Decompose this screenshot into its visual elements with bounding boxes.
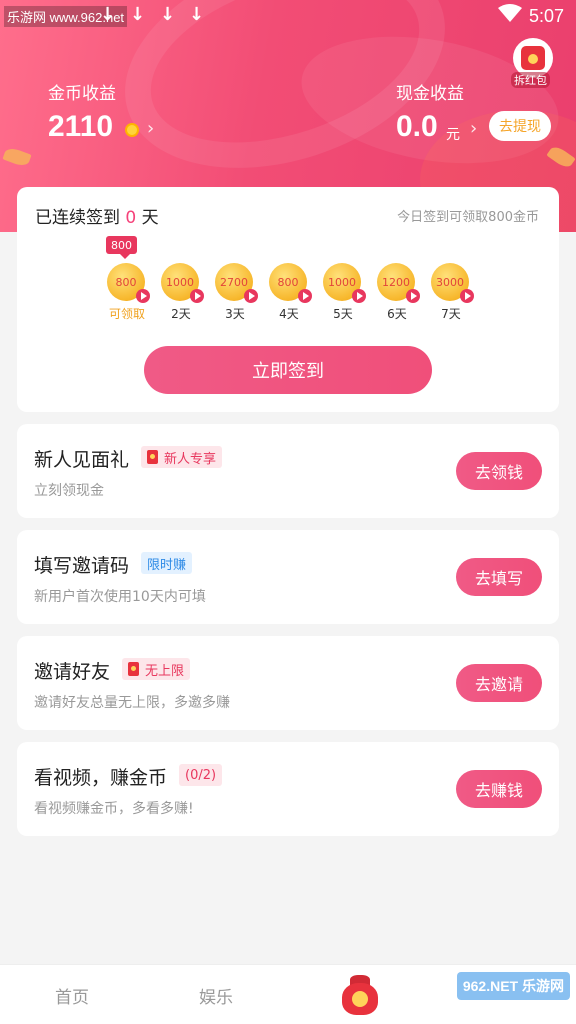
checkin-button[interactable]: 立即签到 (144, 346, 432, 394)
task-tag-text: 限时赚 (147, 557, 187, 573)
download-icon: ↓ (100, 4, 116, 25)
task-title: 邀请好友 (34, 661, 111, 683)
chevron-right-icon[interactable]: › (147, 118, 154, 139)
day-amount: 1000 (328, 275, 356, 289)
coin-icon: 800 (269, 263, 312, 303)
decor-leaf (2, 145, 32, 169)
download-icon: ↓ (130, 4, 146, 25)
play-icon (136, 289, 150, 303)
day-label: 5天 (333, 307, 353, 321)
money-bag-mark (352, 991, 368, 1007)
withdraw-button[interactable]: 去提现 (489, 111, 551, 141)
invite-friends-button[interactable]: 去邀请 (456, 664, 542, 702)
cash-unit: 元 (446, 127, 460, 143)
play-icon (298, 289, 312, 303)
task-tag: 无上限 (122, 658, 191, 680)
coin-icon: 1000 (161, 263, 204, 303)
task-tag-text: 无上限 (145, 663, 185, 679)
day-amount: 1200 (382, 275, 410, 289)
nav-entertainment[interactable]: 娱乐 (199, 983, 233, 1008)
nav-home[interactable]: 首页 (55, 983, 89, 1008)
red-envelope-icon (147, 450, 158, 464)
task-card: 填写邀请码 限时赚 新用户首次使用10天内可填 去填写 (17, 530, 559, 624)
task-card: 看视频，赚金币 (0/2) 看视频赚金币，多看多赚! 去赚钱 (17, 742, 559, 836)
checkin-title-suffix: 天 (141, 208, 159, 228)
task-title: 填写邀请码 (34, 555, 130, 577)
coin-icon: 3000 (431, 263, 474, 303)
watch-video-button[interactable]: 去赚钱 (456, 770, 542, 808)
cash-earnings-value[interactable]: 0.0 (396, 110, 438, 144)
task-title: 新人见面礼 (34, 449, 130, 471)
cash-earnings-label: 现金收益 (396, 84, 464, 104)
day-label: 2天 (171, 307, 191, 321)
footer-watermark: 962.NET 乐游网 (456, 972, 570, 1000)
play-icon (352, 289, 366, 303)
task-desc: 新用户首次使用10天内可填 (34, 589, 206, 605)
task-tag: (0/2) (179, 764, 223, 786)
coin-icon (125, 123, 139, 137)
checkin-title: 已连续签到 0 天 (35, 203, 159, 228)
day-amount: 1000 (166, 275, 194, 289)
checkin-title-prefix: 已连续签到 (35, 208, 120, 228)
play-icon (244, 289, 258, 303)
coin-icon: 1200 (377, 263, 420, 303)
coin-icon: 800 (107, 263, 150, 303)
download-icon: ↓ (160, 4, 176, 25)
checkin-day[interactable]: 2700 3天 (215, 263, 258, 323)
day-amount: 800 (277, 275, 299, 289)
task-title: 看视频，赚金币 (34, 767, 168, 789)
play-icon (190, 289, 204, 303)
day-label: 6天 (387, 307, 407, 321)
checkin-hint: 今日签到可领取800金币 (397, 210, 539, 225)
checkin-days-count: 0 (125, 208, 137, 228)
wifi-icon (498, 4, 522, 22)
red-envelope-icon (521, 46, 545, 70)
checkin-day[interactable]: 800 4天 (269, 263, 312, 323)
task-desc: 看视频赚金币，多看多赚! (34, 801, 194, 817)
play-icon (406, 289, 420, 303)
day-label: 3天 (225, 307, 245, 321)
coin-earnings-label: 金币收益 (48, 84, 116, 104)
checkin-day[interactable]: 3000 7天 (431, 263, 474, 323)
task-desc: 邀请好友总量无上限，多邀多赚 (34, 695, 230, 711)
coin-icon: 2700 (215, 263, 258, 303)
checkin-day[interactable]: 1000 2天 (161, 263, 204, 323)
reward-badge-value: 800 (111, 238, 132, 252)
claim-cash-button[interactable]: 去领钱 (456, 452, 542, 490)
day-label: 7天 (441, 307, 461, 321)
download-icon: ↓ (189, 4, 205, 25)
day-amount: 3000 (436, 275, 464, 289)
chevron-right-icon[interactable]: › (470, 118, 477, 139)
checkin-day[interactable]: 1000 5天 (323, 263, 366, 323)
redpack-label: 拆红包 (511, 72, 550, 88)
coin-icon: 1000 (323, 263, 366, 303)
status-time: 5:07 (528, 6, 564, 26)
checkin-day[interactable]: 800 可领取 (107, 263, 150, 323)
task-tag: 新人专享 (141, 446, 223, 468)
coin-earnings-value[interactable]: 2110 (48, 110, 113, 144)
task-tag-text: 新人专享 (164, 451, 217, 467)
status-bar: 乐游网 www.962.net ↓ ↓ ↓ ↓ 5:07 (0, 0, 576, 32)
task-card: 邀请好友 无上限 邀请好友总量无上限，多邀多赚 去邀请 (17, 636, 559, 730)
task-card: 新人见面礼 新人专享 立刻领现金 去领钱 (17, 424, 559, 518)
day-amount: 800 (115, 275, 137, 289)
day-amount: 2700 (220, 275, 248, 289)
checkin-card: 已连续签到 0 天 今日签到可领取800金币 800 800 可领取 1000 … (17, 187, 559, 412)
money-bag-icon[interactable] (340, 973, 380, 1017)
fill-invite-code-button[interactable]: 去填写 (456, 558, 542, 596)
task-tag: 限时赚 (141, 552, 193, 574)
task-desc: 立刻领现金 (34, 483, 104, 499)
day-label: 4天 (279, 307, 299, 321)
red-envelope-icon (128, 662, 139, 676)
day-label: 可领取 (108, 307, 145, 321)
task-progress: (0/2) (185, 767, 217, 783)
checkin-day[interactable]: 1200 6天 (377, 263, 420, 323)
play-icon (460, 289, 474, 303)
reward-badge: 800 (106, 236, 137, 259)
